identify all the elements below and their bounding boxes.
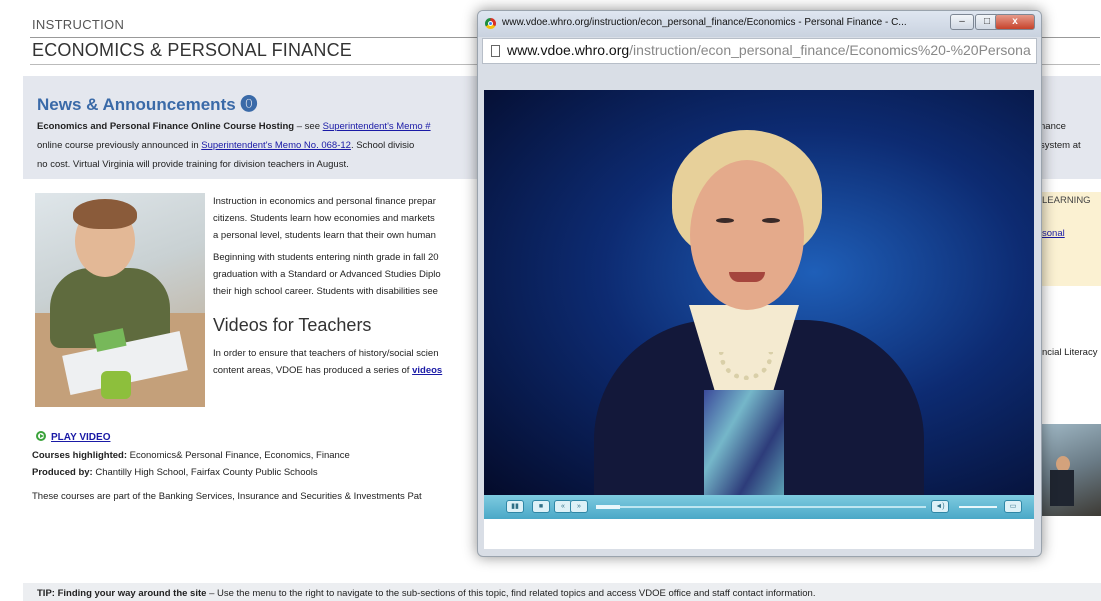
paragraph-line: citizens. Students learn how economies a… (213, 213, 435, 224)
url-text[interactable]: www.vdoe.whro.org/instruction/econ_perso… (507, 42, 1032, 58)
volume-button[interactable]: ◄) (931, 500, 949, 513)
personal-finance-link[interactable]: sonal (1042, 228, 1065, 239)
address-bar[interactable]: www.vdoe.whro.org/instruction/econ_perso… (482, 38, 1037, 64)
section-label: INSTRUCTION (32, 17, 125, 32)
video-controls: ▮▮ ■ « » ◄) ▭ (484, 495, 1034, 519)
window-titlebar[interactable]: www.vdoe.whro.org/instruction/econ_perso… (478, 11, 1041, 37)
tip-text: TIP: Finding your way around the site – … (37, 588, 815, 599)
produced-label: Produced by: (32, 467, 93, 478)
seek-progress[interactable] (596, 505, 620, 509)
video-thumbnail[interactable] (1040, 424, 1101, 516)
courses-highlighted: Courses highlighted: Economics& Personal… (32, 450, 350, 461)
news-text-segment: – see (294, 121, 323, 132)
pause-icon: ▮▮ (511, 503, 519, 510)
produced-by: Produced by: Chantilly High School, Fair… (32, 467, 318, 478)
tip-label: TIP: Finding your way around the site (37, 588, 207, 599)
intro-paragraph: Instruction in economics and personal fi… (213, 193, 493, 244)
video-player[interactable] (484, 90, 1034, 495)
paragraph-line: a personal level, students learn that th… (213, 230, 436, 241)
forward-button[interactable]: » (570, 500, 588, 513)
close-button[interactable]: x (995, 14, 1035, 30)
popup-footer (484, 519, 1034, 549)
superintendent-memo-link[interactable]: Superintendent's Memo # (323, 121, 431, 132)
paragraph-line: content areas, VDOE has produced a serie… (213, 365, 413, 376)
superintendent-memo-068-link[interactable]: Superintendent's Memo No. 068-12 (201, 140, 351, 151)
paragraph-line: graduation with a Standard or Advanced S… (213, 269, 441, 280)
video-popup-window[interactable]: www.vdoe.whro.org/instruction/econ_perso… (477, 10, 1042, 557)
page-icon (491, 45, 500, 57)
chrome-icon (485, 18, 496, 29)
seek-bar[interactable] (596, 506, 926, 508)
student-photo (35, 193, 205, 407)
play-video-link[interactable]: PLAY VIDEO (51, 432, 110, 443)
paragraph-line: Beginning with students entering ninth g… (213, 252, 439, 263)
page-title: ECONOMICS & PERSONAL FINANCE (32, 40, 352, 60)
news-bold-lead: Economics and Personal Finance Online Co… (37, 121, 295, 132)
url-domain: www.vdoe.whro.org (507, 42, 630, 58)
window-title: www.vdoe.whro.org/instruction/econ_perso… (502, 17, 907, 28)
stop-icon: ■ (538, 503, 544, 510)
videos-paragraph: In order to ensure that teachers of hist… (213, 345, 493, 379)
literacy-text: ncial Literacy (1042, 347, 1098, 358)
paragraph-line: their high school career. Students with … (213, 286, 438, 297)
pathway-text: These courses are part of the Banking Se… (32, 491, 422, 502)
play-circle-icon[interactable] (36, 431, 46, 441)
news-text-right: nance system at (1040, 117, 1081, 155)
learning-heading: LEARNING (1042, 195, 1091, 206)
volume-icon: ◄) (935, 503, 945, 510)
volume-slider[interactable] (959, 506, 997, 508)
produced-value: Chantilly High School, Fairfax County Pu… (92, 467, 318, 478)
news-right-line: system at (1040, 140, 1081, 151)
courses-label: Courses highlighted: (32, 450, 127, 461)
rewind-icon: « (561, 503, 565, 510)
paragraph-line: In order to ensure that teachers of hist… (213, 348, 439, 359)
videos-heading: Videos for Teachers (213, 315, 372, 335)
news-text-segment: . School divisio (350, 140, 415, 151)
url-path: /instruction/econ_personal_finance/Econo… (629, 42, 1031, 58)
news-right-line: nance (1040, 121, 1066, 132)
news-title: News & Announcements ⓿ (37, 95, 258, 114)
learning-sidebar (1040, 192, 1101, 286)
tip-body: – Use the menu to the right to navigate … (206, 588, 816, 599)
fullscreen-button[interactable]: ▭ (1004, 500, 1022, 513)
videos-link[interactable]: videos (412, 365, 442, 376)
news-text-segment: online course previously announced in (37, 140, 202, 151)
minimize-button[interactable]: – (950, 14, 974, 30)
graduation-paragraph: Beginning with students entering ninth g… (213, 249, 493, 300)
paragraph-line: Instruction in economics and personal fi… (213, 196, 436, 207)
stop-button[interactable]: ■ (532, 500, 550, 513)
courses-value: Economics& Personal Finance, Economics, … (127, 450, 350, 461)
forward-icon: » (577, 503, 581, 510)
fullscreen-icon: ▭ (1009, 503, 1017, 510)
pause-button[interactable]: ▮▮ (506, 500, 524, 513)
